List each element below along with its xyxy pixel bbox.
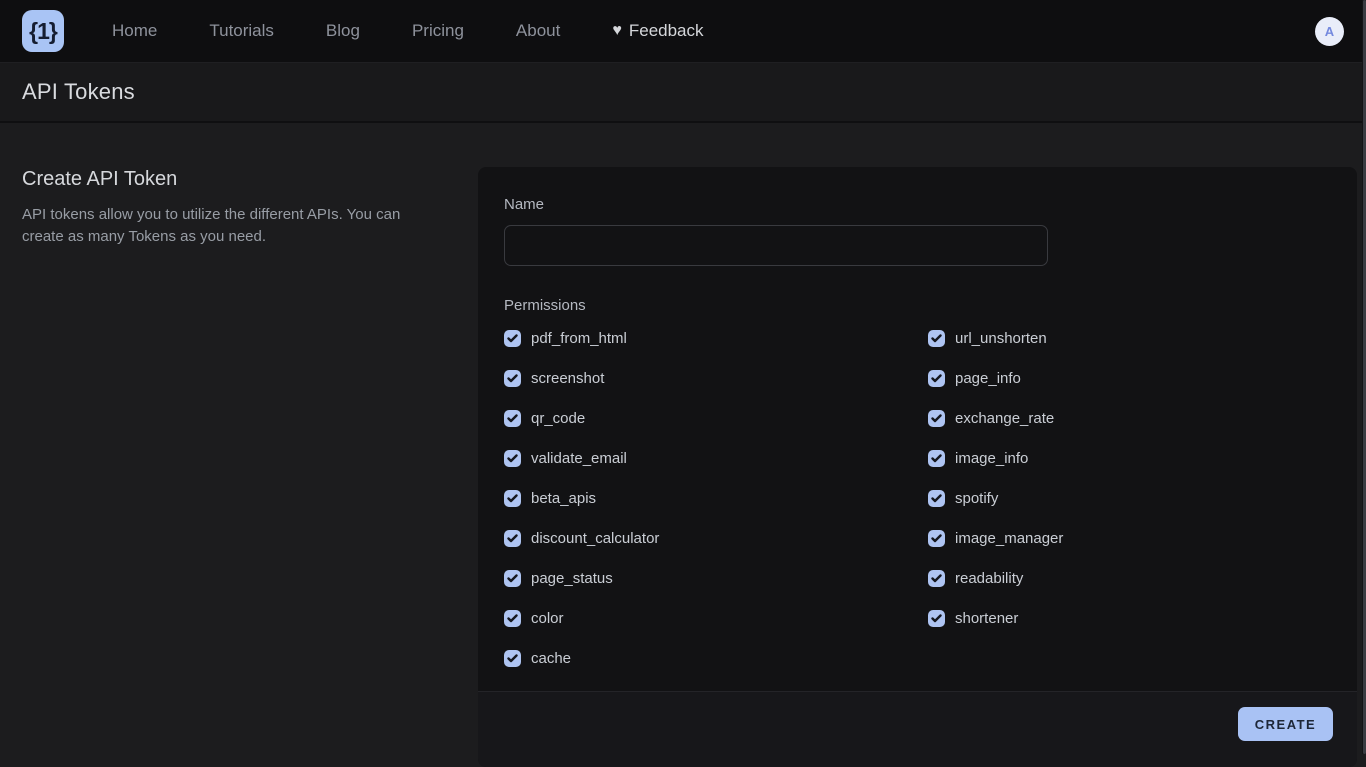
create-token-form: Name Permissions pdf_from_html screensho… bbox=[478, 167, 1357, 691]
permission-item-shortener[interactable]: shortener bbox=[928, 610, 1331, 627]
nav-item-tutorials[interactable]: Tutorials bbox=[209, 21, 274, 41]
permission-label: image_info bbox=[955, 450, 1028, 467]
feedback-label: Feedback bbox=[629, 21, 704, 41]
permission-label: shortener bbox=[955, 610, 1018, 627]
avatar-letter: A bbox=[1325, 24, 1334, 39]
permission-label: exchange_rate bbox=[955, 410, 1054, 427]
checkbox-checked-icon[interactable] bbox=[504, 530, 521, 547]
app-logo[interactable]: {1} bbox=[22, 10, 64, 52]
permission-label: screenshot bbox=[531, 370, 604, 387]
permission-label: discount_calculator bbox=[531, 530, 659, 547]
checkbox-checked-icon[interactable] bbox=[504, 410, 521, 427]
permission-label: url_unshorten bbox=[955, 330, 1047, 347]
checkbox-checked-icon[interactable] bbox=[928, 490, 945, 507]
create-token-card: Name Permissions pdf_from_html screensho… bbox=[478, 167, 1357, 767]
checkbox-checked-icon[interactable] bbox=[504, 490, 521, 507]
section-description: API tokens allow you to utilize the diff… bbox=[22, 204, 434, 248]
permission-label: page_info bbox=[955, 370, 1021, 387]
permission-label: image_manager bbox=[955, 530, 1063, 547]
nav-links: Home Tutorials Blog Pricing About ♥ Feed… bbox=[112, 21, 704, 41]
heart-icon: ♥ bbox=[612, 23, 622, 39]
permission-label: page_status bbox=[531, 570, 613, 587]
checkbox-checked-icon[interactable] bbox=[928, 410, 945, 427]
permission-item-page_status[interactable]: page_status bbox=[504, 570, 928, 587]
checkbox-checked-icon[interactable] bbox=[504, 330, 521, 347]
token-name-input[interactable] bbox=[504, 225, 1048, 266]
checkbox-checked-icon[interactable] bbox=[928, 530, 945, 547]
permission-item-validate_email[interactable]: validate_email bbox=[504, 450, 928, 467]
permission-label: validate_email bbox=[531, 450, 627, 467]
permission-item-readability[interactable]: readability bbox=[928, 570, 1331, 587]
permission-label: qr_code bbox=[531, 410, 585, 427]
nav-item-pricing[interactable]: Pricing bbox=[412, 21, 464, 41]
checkbox-checked-icon[interactable] bbox=[928, 610, 945, 627]
permission-item-spotify[interactable]: spotify bbox=[928, 490, 1331, 507]
nav-item-feedback[interactable]: ♥ Feedback bbox=[612, 21, 703, 41]
permission-item-url_unshorten[interactable]: url_unshorten bbox=[928, 330, 1331, 347]
permissions-column-right: url_unshorten page_info exchange_rate im… bbox=[928, 330, 1331, 667]
nav-item-blog[interactable]: Blog bbox=[326, 21, 360, 41]
checkbox-checked-icon[interactable] bbox=[504, 610, 521, 627]
permission-label: color bbox=[531, 610, 564, 627]
checkbox-checked-icon[interactable] bbox=[504, 370, 521, 387]
checkbox-checked-icon[interactable] bbox=[928, 570, 945, 587]
checkbox-checked-icon[interactable] bbox=[928, 330, 945, 347]
app-logo-text: {1} bbox=[29, 18, 57, 45]
permission-item-screenshot[interactable]: screenshot bbox=[504, 370, 928, 387]
permission-item-beta_apis[interactable]: beta_apis bbox=[504, 490, 928, 507]
nav-item-about[interactable]: About bbox=[516, 21, 560, 41]
permission-item-color[interactable]: color bbox=[504, 610, 928, 627]
user-avatar[interactable]: A bbox=[1315, 17, 1344, 46]
permission-label: readability bbox=[955, 570, 1023, 587]
section-title: Create API Token bbox=[22, 168, 434, 191]
permission-item-qr_code[interactable]: qr_code bbox=[504, 410, 928, 427]
create-button[interactable]: CREATE bbox=[1238, 707, 1333, 741]
checkbox-checked-icon[interactable] bbox=[504, 650, 521, 667]
permission-label: spotify bbox=[955, 490, 998, 507]
permission-item-image_info[interactable]: image_info bbox=[928, 450, 1331, 467]
create-token-intro: Create API Token API tokens allow you to… bbox=[22, 168, 434, 248]
permission-item-exchange_rate[interactable]: exchange_rate bbox=[928, 410, 1331, 427]
permission-label: pdf_from_html bbox=[531, 330, 627, 347]
permission-item-discount_calculator[interactable]: discount_calculator bbox=[504, 530, 928, 547]
permission-item-page_info[interactable]: page_info bbox=[928, 370, 1331, 387]
page-header: API Tokens bbox=[0, 62, 1366, 123]
checkbox-checked-icon[interactable] bbox=[504, 450, 521, 467]
page-title: API Tokens bbox=[22, 79, 135, 105]
card-footer: CREATE bbox=[478, 691, 1357, 767]
permissions-column-left: pdf_from_html screenshot qr_code validat… bbox=[504, 330, 928, 667]
permission-item-pdf_from_html[interactable]: pdf_from_html bbox=[504, 330, 928, 347]
permission-label: beta_apis bbox=[531, 490, 596, 507]
permissions-label: Permissions bbox=[504, 297, 1331, 314]
top-navbar: {1} Home Tutorials Blog Pricing About ♥ … bbox=[0, 0, 1366, 62]
permission-item-cache[interactable]: cache bbox=[504, 650, 928, 667]
permission-label: cache bbox=[531, 650, 571, 667]
permissions-grid: pdf_from_html screenshot qr_code validat… bbox=[504, 330, 1331, 667]
checkbox-checked-icon[interactable] bbox=[928, 370, 945, 387]
name-label: Name bbox=[504, 196, 1331, 213]
checkbox-checked-icon[interactable] bbox=[504, 570, 521, 587]
page-scrollbar[interactable] bbox=[1362, 0, 1366, 754]
nav-item-home[interactable]: Home bbox=[112, 21, 157, 41]
checkbox-checked-icon[interactable] bbox=[928, 450, 945, 467]
permission-item-image_manager[interactable]: image_manager bbox=[928, 530, 1331, 547]
